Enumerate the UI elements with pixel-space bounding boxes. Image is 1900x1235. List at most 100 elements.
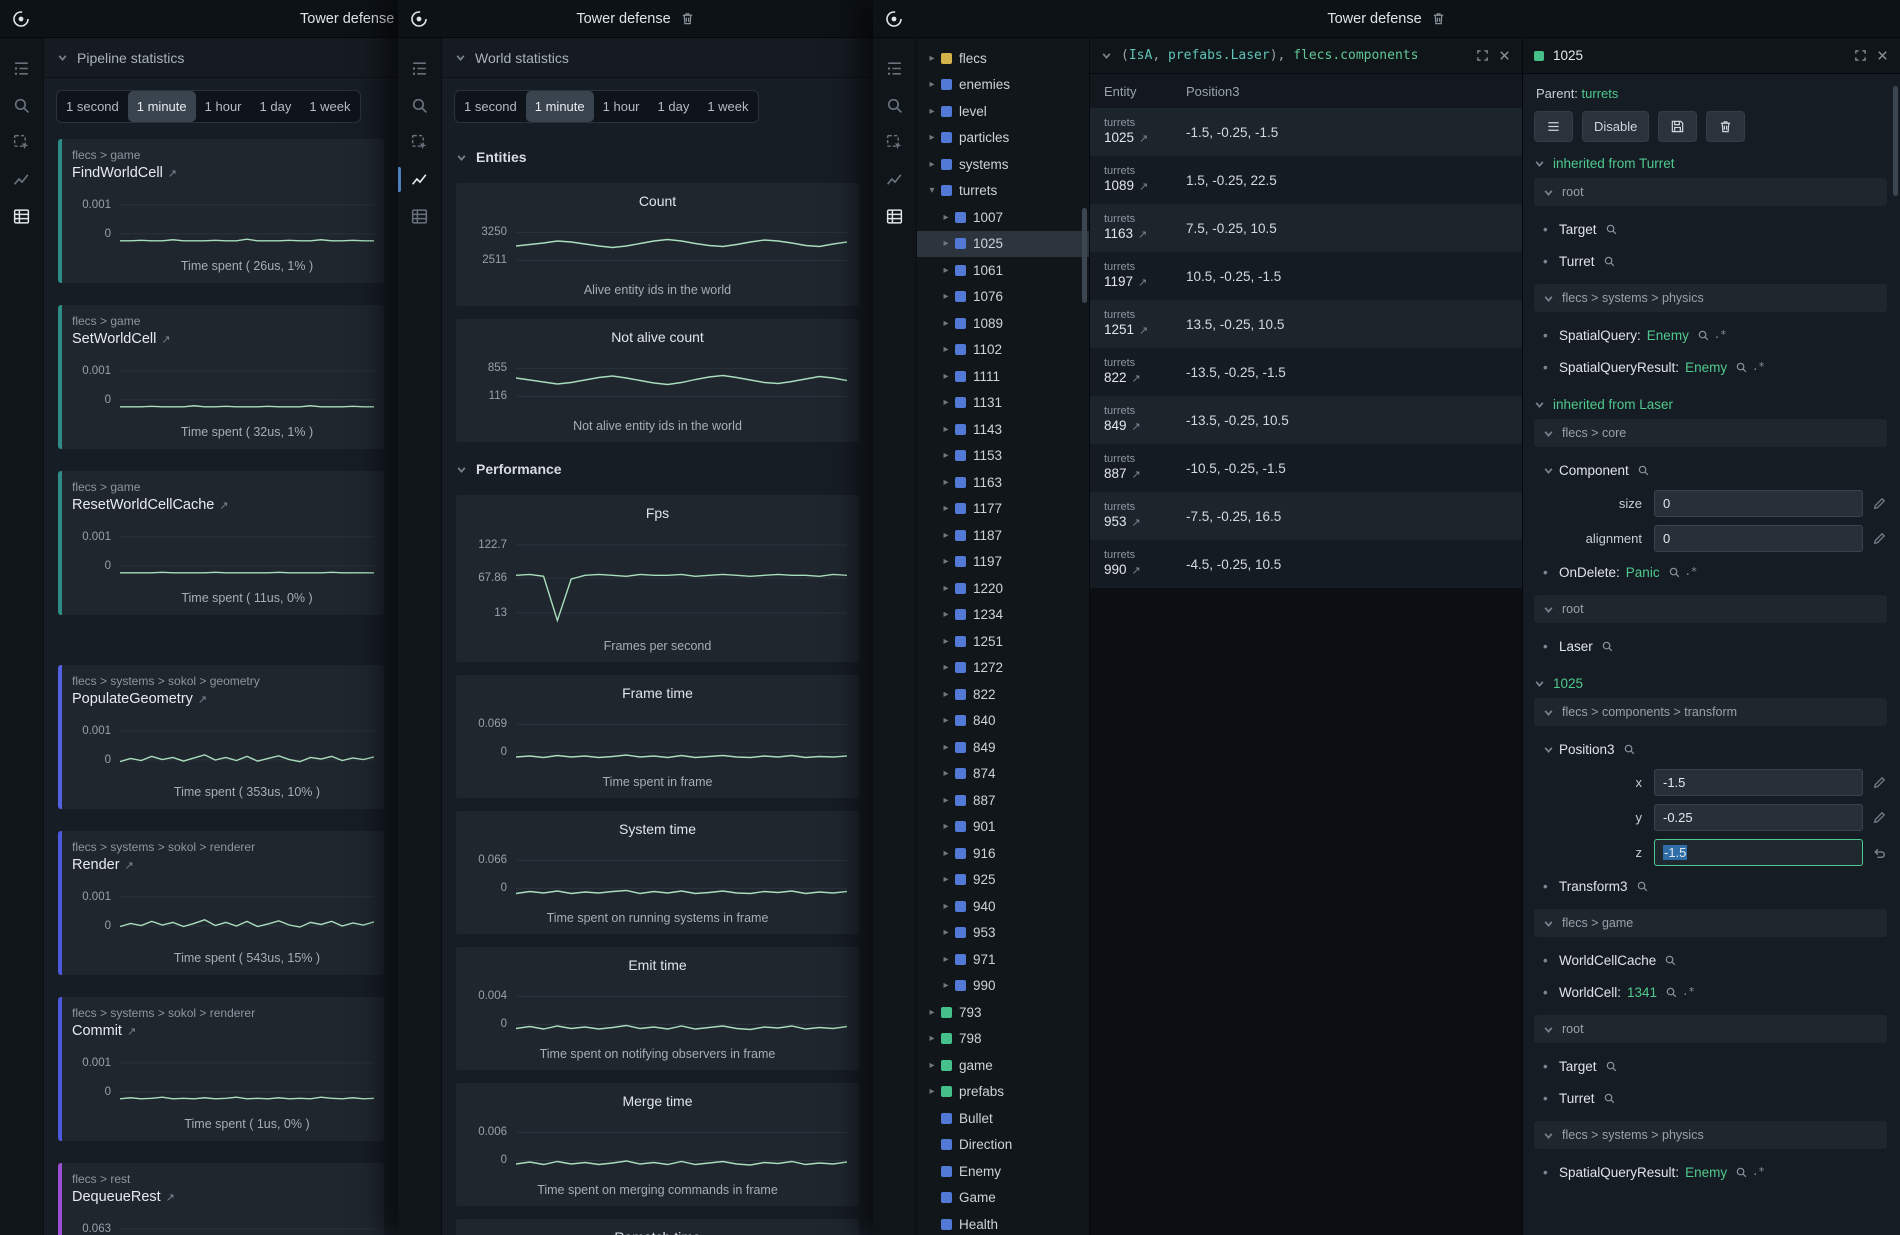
entity-id[interactable]: 887 <box>1104 466 1127 481</box>
system-name[interactable]: Commit <box>72 1023 122 1039</box>
query-magnifier-icon[interactable] <box>1735 361 1748 374</box>
chevron-down-icon[interactable]: ▾ <box>925 185 939 196</box>
time-range-1-minute[interactable]: 1 minute <box>526 91 594 122</box>
component-path[interactable]: flecs > systems > physics <box>1534 1121 1887 1149</box>
chevron-right-icon[interactable]: ▸ <box>939 636 953 647</box>
system-name[interactable]: PopulateGeometry <box>72 691 193 707</box>
chevron-right-icon[interactable]: ▸ <box>939 212 953 223</box>
panel-header[interactable]: World statistics <box>442 38 873 78</box>
column-header-entity[interactable]: Entity <box>1090 84 1186 99</box>
chevron-right-icon[interactable]: ▸ <box>939 238 953 249</box>
open-link-icon[interactable]: ↗ <box>166 1192 175 1204</box>
edit-pencil-icon[interactable] <box>1872 775 1887 790</box>
query-result-row[interactable]: turrets887↗-10.5, -0.25, -1.5 <box>1090 444 1522 492</box>
chevron-right-icon[interactable]: ▸ <box>939 424 953 435</box>
tree-item-849[interactable]: ▸849 <box>917 734 1089 761</box>
tree-item-990[interactable]: ▸990 <box>917 973 1089 1000</box>
chevron-right-icon[interactable]: ▸ <box>939 768 953 779</box>
toolbar-grid-icon[interactable] <box>873 198 916 235</box>
time-range-1-hour[interactable]: 1 hour <box>196 91 251 122</box>
open-link-icon[interactable]: ↗ <box>125 860 134 872</box>
inspector-group-inherited-from-Laser[interactable]: inherited from Laser <box>1534 397 1887 412</box>
query-result-row[interactable]: turrets953↗-7.5, -0.25, 16.5 <box>1090 492 1522 540</box>
chevron-right-icon[interactable]: ▸ <box>939 450 953 461</box>
chevron-down-icon[interactable] <box>1543 744 1559 755</box>
tree-item-Game[interactable]: Game <box>917 1185 1089 1212</box>
toolbar-select-icon[interactable] <box>398 124 441 161</box>
chevron-right-icon[interactable]: ▸ <box>939 530 953 541</box>
tree-item-925[interactable]: ▸925 <box>917 867 1089 894</box>
entity-id[interactable]: 1089 <box>1104 178 1134 193</box>
chevron-right-icon[interactable]: ▸ <box>939 821 953 832</box>
query-magnifier-icon[interactable] <box>1605 1060 1618 1073</box>
system-name[interactable]: DequeueRest <box>72 1189 161 1205</box>
tree-item-1177[interactable]: ▸1177 <box>917 496 1089 523</box>
edit-pencil-icon[interactable] <box>1872 496 1887 511</box>
chevron-right-icon[interactable]: ▸ <box>939 742 953 753</box>
tree-item-874[interactable]: ▸874 <box>917 761 1089 788</box>
component-path[interactable]: root <box>1534 595 1887 623</box>
component-value[interactable]: Enemy <box>1685 1165 1727 1180</box>
tree-item-901[interactable]: ▸901 <box>917 814 1089 841</box>
save-button[interactable] <box>1658 111 1697 142</box>
tree-item-1061[interactable]: ▸1061 <box>917 257 1089 284</box>
open-link-icon[interactable]: ↗ <box>1132 517 1141 529</box>
tree-item-1076[interactable]: ▸1076 <box>917 284 1089 311</box>
section-header-Entities[interactable]: Entities <box>454 143 861 171</box>
toolbar-chart-icon[interactable] <box>873 161 916 198</box>
component-path[interactable]: root <box>1534 178 1887 206</box>
entity-id[interactable]: 1251 <box>1104 322 1134 337</box>
component-path[interactable]: flecs > core <box>1534 419 1887 447</box>
component-value[interactable]: Enemy <box>1647 328 1689 343</box>
component-path[interactable]: flecs > components > transform <box>1534 698 1887 726</box>
open-link-icon[interactable]: ↗ <box>1132 565 1141 577</box>
open-link-icon[interactable]: ↗ <box>168 168 177 180</box>
field-input-alignment[interactable]: 0 <box>1654 525 1863 552</box>
chevron-right-icon[interactable]: ▸ <box>939 291 953 302</box>
trash-icon[interactable] <box>1431 11 1446 26</box>
expand-icon[interactable] <box>1476 49 1489 62</box>
tree-item-971[interactable]: ▸971 <box>917 946 1089 973</box>
toolbar-chart-icon[interactable] <box>398 161 441 198</box>
entity-id[interactable]: 1163 <box>1104 226 1133 241</box>
time-range-1-second[interactable]: 1 second <box>57 91 128 122</box>
tree-item-flecs[interactable]: ▸flecs <box>917 45 1089 72</box>
chevron-right-icon[interactable]: ▸ <box>925 79 939 90</box>
query-magnifier-icon[interactable] <box>1637 464 1650 477</box>
open-link-icon[interactable]: ↗ <box>1139 133 1148 145</box>
time-range-1-week[interactable]: 1 week <box>300 91 359 122</box>
close-icon[interactable] <box>1498 49 1511 62</box>
open-link-icon[interactable]: ↗ <box>219 500 228 512</box>
time-range-1-day[interactable]: 1 day <box>649 91 699 122</box>
time-range-1-second[interactable]: 1 second <box>455 91 526 122</box>
inspector-group-inherited-from-Turret[interactable]: inherited from Turret <box>1534 156 1887 171</box>
tree-item-Direction[interactable]: Direction <box>917 1132 1089 1159</box>
tree-item-1111[interactable]: ▸1111 <box>917 363 1089 390</box>
chevron-down-icon[interactable] <box>1543 465 1559 476</box>
tree-item-systems[interactable]: ▸systems <box>917 151 1089 178</box>
query-magnifier-icon[interactable] <box>1668 566 1681 579</box>
tree-item-1025[interactable]: ▸1025 <box>917 231 1089 258</box>
system-name[interactable]: FindWorldCell <box>72 165 163 181</box>
component-value[interactable]: Panic <box>1626 565 1660 580</box>
panel-header[interactable]: Pipeline statistics <box>44 38 398 78</box>
query-result-row[interactable]: turrets1089↗1.5, -0.25, 22.5 <box>1090 156 1522 204</box>
chevron-right-icon[interactable]: ▸ <box>939 874 953 885</box>
chevron-right-icon[interactable]: ▸ <box>925 53 939 64</box>
tree-item-Health[interactable]: Health <box>917 1211 1089 1235</box>
query-result-row[interactable]: turrets822↗-13.5, -0.25, -1.5 <box>1090 348 1522 396</box>
tree-item-level[interactable]: ▸level <box>917 98 1089 125</box>
tree-item-1131[interactable]: ▸1131 <box>917 390 1089 417</box>
chevron-right-icon[interactable]: ▸ <box>939 954 953 965</box>
query-magnifier-icon[interactable] <box>1605 223 1618 236</box>
component-value[interactable]: Enemy <box>1685 360 1727 375</box>
chevron-right-icon[interactable]: ▸ <box>939 927 953 938</box>
toolbar-grid-icon[interactable] <box>398 198 441 235</box>
tree-item-enemies[interactable]: ▸enemies <box>917 72 1089 99</box>
toolbar-search-icon[interactable] <box>398 87 441 124</box>
chevron-right-icon[interactable]: ▸ <box>925 1060 939 1071</box>
edit-pencil-icon[interactable] <box>1872 810 1887 825</box>
chevron-right-icon[interactable]: ▸ <box>939 371 953 382</box>
chevron-right-icon[interactable]: ▸ <box>939 397 953 408</box>
entity-id[interactable]: 990 <box>1104 562 1127 577</box>
